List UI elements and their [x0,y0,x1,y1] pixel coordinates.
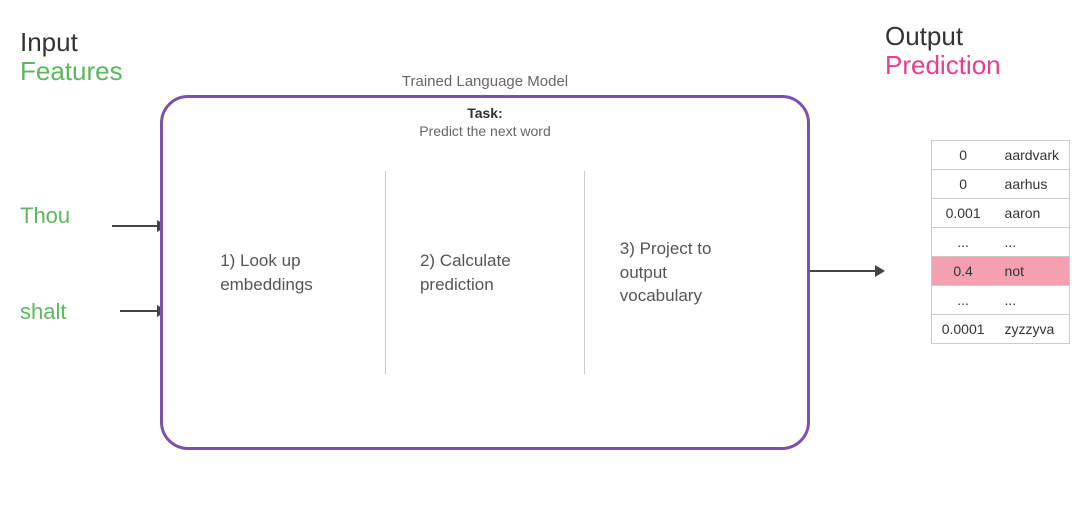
vocab-word-6: zyzzyva [995,315,1070,344]
output-title: Output [885,22,963,51]
vocab-row-1: 0aarhus [931,170,1069,199]
step-1-text: 1) Look up embeddings [220,249,350,297]
vocab-value-5: ... [931,286,994,315]
output-arrow-line [810,270,875,272]
output-arrow [810,265,885,277]
task-label: Task: Predict the next word [419,105,551,139]
vocab-value-0: 0 [931,141,994,170]
model-box: 1) Look up embeddings 2) Calculate predi… [160,95,810,450]
arrow-shalt-line [120,310,157,312]
arrow-thou [112,220,167,232]
input-word-shalt: shalt [20,299,130,325]
step-2-text: 2) Calculate prediction [420,249,550,297]
vocab-value-4: 0.4 [931,257,994,286]
vocab-word-4: not [995,257,1070,286]
output-arrow-head [875,265,885,277]
vocab-row-4: 0.4not [931,257,1069,286]
vocab-value-6: 0.0001 [931,315,994,344]
arrow-thou-line [112,225,157,227]
model-box-wrapper: Trained Language Model Task: Predict the… [160,95,810,450]
vocab-value-2: 0.001 [931,199,994,228]
output-subtitle: Prediction [885,51,1001,80]
vocab-row-5: ...... [931,286,1069,315]
vocab-word-1: aarhus [995,170,1070,199]
vocab-row-0: 0aardvark [931,141,1069,170]
task-description: Predict the next word [419,123,551,139]
vocab-word-0: aardvark [995,141,1070,170]
model-label: Trained Language Model [402,73,568,90]
vocab-row-2: 0.001aaron [931,199,1069,228]
vocab-word-2: aaron [995,199,1070,228]
vocab-value-3: ... [931,228,994,257]
step-divider-2 [584,171,585,373]
vocab-value-1: 0 [931,170,994,199]
vocab-table: 0aardvark0aarhus0.001aaron......0.4not..… [931,140,1070,344]
vocab-word-3: ... [995,228,1070,257]
vocab-row-3: ...... [931,228,1069,257]
vocab-row-6: 0.0001zyzzyva [931,315,1069,344]
step-divider-1 [385,171,386,373]
input-words: Thou shalt [20,0,130,527]
main-diagram: Input Features Thou shalt Trained Langua… [0,0,1080,527]
vocab-word-5: ... [995,286,1070,315]
step-3-text: 3) Project to output vocabulary [620,237,750,308]
task-bold: Task: [467,105,503,121]
